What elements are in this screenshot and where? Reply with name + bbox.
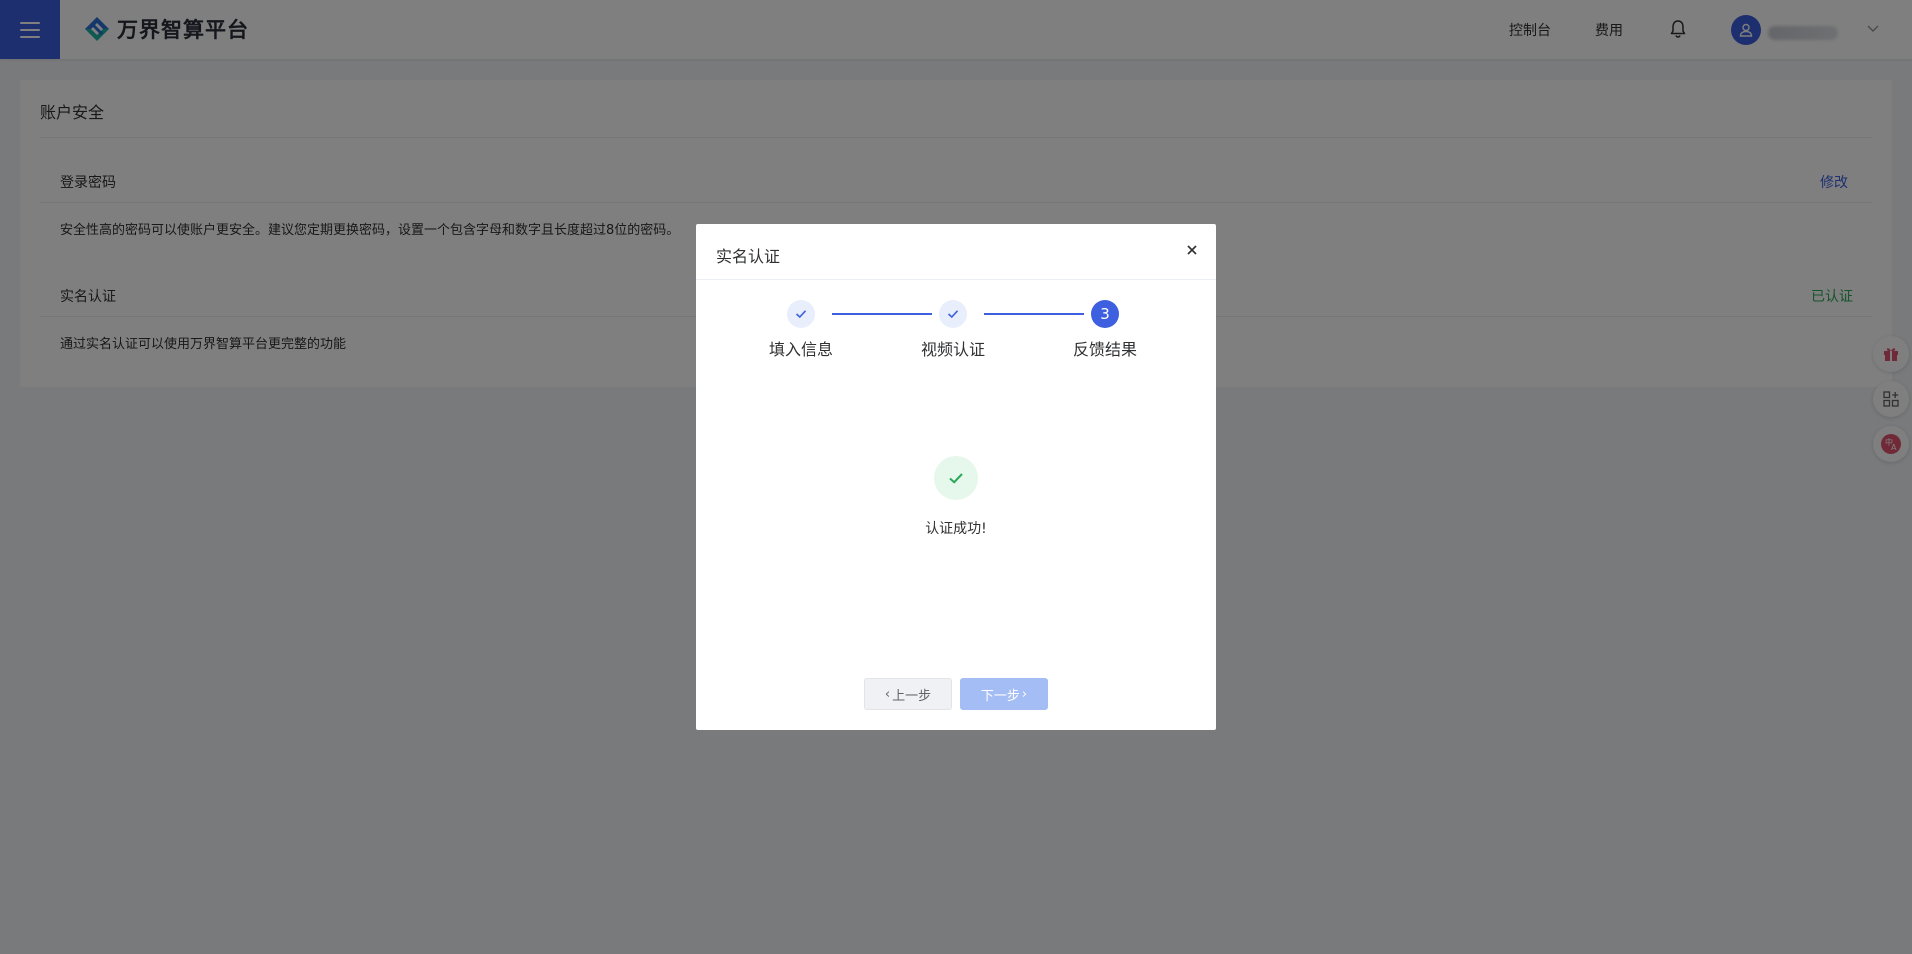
step-done-circle <box>787 300 815 328</box>
chevron-right-icon: › <box>1021 686 1028 702</box>
result-message: 认证成功! <box>925 521 987 537</box>
step-active-circle: 3 <box>1091 300 1119 328</box>
step-label: 视频认证 <box>920 340 985 359</box>
previous-step-label: 上一步 <box>892 688 932 704</box>
dialog-title: 实名认证 <box>716 247 781 266</box>
divider <box>696 279 1216 280</box>
close-button[interactable] <box>1184 242 1200 258</box>
close-icon <box>1187 245 1197 255</box>
next-step-button[interactable]: 下一步 › <box>960 678 1048 710</box>
step-video-auth: 视频认证 <box>908 300 998 360</box>
step-result: 3 反馈结果 <box>1060 300 1150 360</box>
check-icon <box>947 310 959 319</box>
chevron-left-icon: ‹ <box>884 686 891 702</box>
success-icon <box>934 456 978 500</box>
check-icon <box>795 310 807 319</box>
next-step-label: 下一步 <box>980 688 1020 704</box>
previous-step-button[interactable]: ‹ 上一步 <box>864 678 952 710</box>
step-label: 反馈结果 <box>1072 340 1137 359</box>
step-fill-info: 填入信息 <box>756 300 846 360</box>
check-icon <box>949 473 963 484</box>
step-label: 填入信息 <box>768 340 833 359</box>
realname-dialog: 实名认证 填入信息 视频认证 3 反馈结果 认证成功! ‹ 上一步 下一步 › <box>696 224 1216 730</box>
step-done-circle <box>939 300 967 328</box>
